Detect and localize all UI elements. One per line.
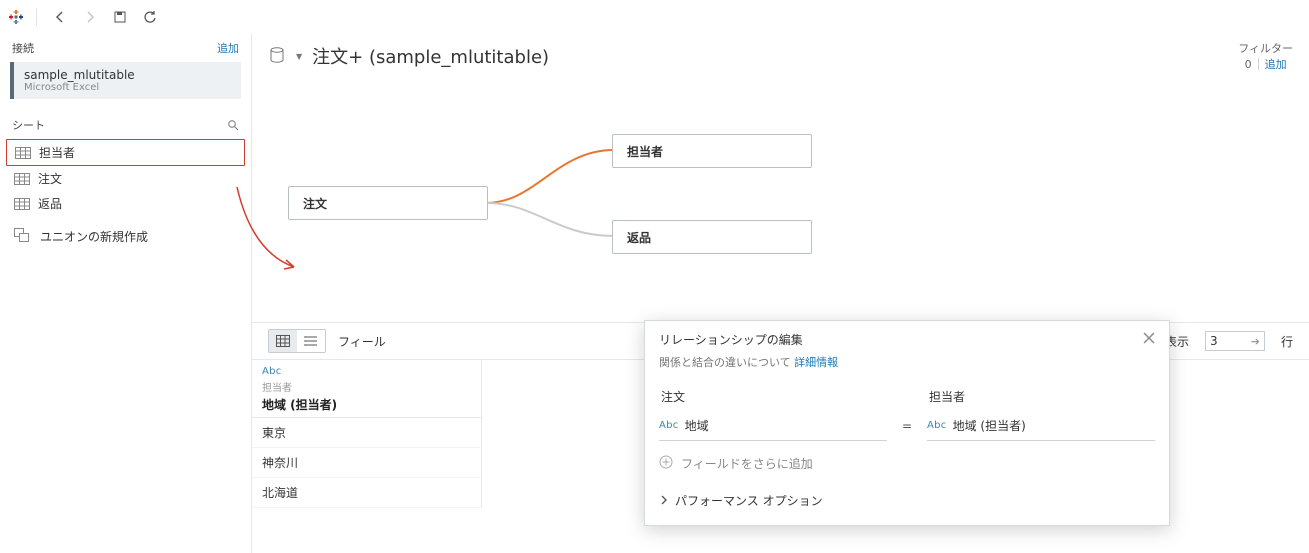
- rows-count-value: 3: [1210, 334, 1218, 348]
- sheet-item-label: 担当者: [39, 144, 75, 161]
- performance-options-toggle[interactable]: パフォーマンス オプション: [645, 478, 1169, 525]
- filters-count: 0: [1245, 58, 1252, 71]
- data-row: 神奈川: [252, 448, 482, 478]
- relationship-dialog: リレーションシップの編集 関係と結合の違いについて 詳細情報 注文 Abc 地域…: [644, 320, 1170, 526]
- go-arrow-icon[interactable]: ➔: [1251, 335, 1260, 348]
- node-label: 注文: [303, 195, 327, 212]
- connection-name: sample_mlutitable: [24, 68, 231, 82]
- sheet-item-henpin[interactable]: 返品: [6, 191, 245, 216]
- search-icon[interactable]: [227, 119, 239, 131]
- data-row: 東京: [252, 418, 482, 448]
- back-button[interactable]: [49, 6, 71, 28]
- sheets-header: シート: [0, 99, 251, 139]
- connections-label: 接続: [12, 40, 34, 56]
- node-label: 返品: [627, 229, 651, 246]
- connection-item[interactable]: sample_mlutitable Microsoft Excel: [10, 62, 241, 99]
- relationship-columns: 注文 Abc 地域 = 担当者 Abc 地域 (担当者): [645, 382, 1169, 441]
- new-union-button[interactable]: ユニオンの新規作成: [0, 216, 251, 257]
- tableau-logo-icon: [8, 9, 24, 25]
- sheets-label: シート: [12, 117, 45, 133]
- relationship-canvas[interactable]: 注文 担当者 返品: [252, 72, 1309, 322]
- table-icon: [14, 198, 30, 210]
- table-icon: [14, 173, 30, 185]
- toolbar-separator: [36, 8, 37, 26]
- datasource-icon: [268, 46, 286, 67]
- list-view-button[interactable]: [297, 330, 325, 352]
- refresh-button[interactable]: [139, 6, 161, 28]
- sheet-item-chumon[interactable]: 注文: [6, 166, 245, 191]
- rel-left-header: 注文: [659, 382, 887, 411]
- add-connection-button[interactable]: 追加: [217, 40, 239, 56]
- filters-box: フィルター 0 追加: [1238, 40, 1293, 72]
- connections-header: 接続 追加: [0, 34, 251, 62]
- relationship-right-column: 担当者 Abc 地域 (担当者): [927, 382, 1155, 441]
- sheet-item-label: 返品: [38, 195, 62, 212]
- plus-circle-icon: [659, 455, 673, 472]
- view-toggle: [268, 329, 326, 353]
- rel-left-field-select[interactable]: Abc 地域: [659, 411, 887, 441]
- dialog-header: リレーションシップの編集: [645, 321, 1169, 350]
- chevron-right-icon: [659, 494, 669, 508]
- datasource-header: ▼ 注文+ (sample_mlutitable) フィルター 0 追加: [252, 34, 1309, 72]
- sheet-item-label: 注文: [38, 170, 62, 187]
- column-header[interactable]: Abc 担当者 地域 (担当者): [252, 360, 482, 418]
- rel-right-field-name: 地域 (担当者): [953, 417, 1026, 434]
- perf-options-label: パフォーマンス オプション: [675, 492, 823, 509]
- main-pane: ▼ 注文+ (sample_mlutitable) フィルター 0 追加: [252, 34, 1309, 553]
- top-toolbar: [0, 0, 1309, 34]
- field-type-icon: Abc: [659, 420, 679, 431]
- rows-count-input[interactable]: 3➔: [1205, 331, 1265, 351]
- add-fields-label: フィールドをさらに追加: [681, 455, 813, 472]
- column-type-icon: Abc: [262, 366, 471, 377]
- sort-fields-label: フィール: [338, 333, 386, 350]
- canvas-node-main[interactable]: 注文: [288, 186, 488, 220]
- save-button[interactable]: [109, 6, 131, 28]
- relationship-left-column: 注文 Abc 地域: [659, 382, 887, 441]
- column-field-name: 地域 (担当者): [262, 396, 471, 413]
- rel-right-header: 担当者: [927, 382, 1155, 411]
- add-more-fields-button[interactable]: フィールドをさらに追加: [645, 441, 1169, 478]
- connection-type: Microsoft Excel: [24, 82, 231, 93]
- dialog-sub-prefix: 関係と結合の違いについて: [659, 356, 794, 369]
- datasource-dropdown-icon[interactable]: ▼: [296, 52, 302, 61]
- column-table-name: 担当者: [262, 379, 471, 394]
- sheet-list: 担当者 注文 返品: [0, 139, 251, 216]
- sheet-item-tantousha[interactable]: 担当者: [6, 139, 245, 166]
- left-sidebar: 接続 追加 sample_mlutitable Microsoft Excel …: [0, 34, 252, 553]
- relationship-operator: =: [887, 419, 927, 441]
- relation-curve-inactive: [486, 198, 616, 258]
- relation-curve-active: [486, 138, 616, 218]
- rel-right-field-select[interactable]: Abc 地域 (担当者): [927, 411, 1155, 441]
- close-icon[interactable]: [1143, 332, 1155, 347]
- filters-add-button[interactable]: 追加: [1265, 56, 1287, 72]
- datasource-title: 注文+ (sample_mlutitable): [312, 43, 549, 69]
- node-label: 担当者: [627, 143, 663, 160]
- data-row: 北海道: [252, 478, 482, 508]
- union-icon: [14, 228, 30, 245]
- table-icon: [15, 147, 31, 159]
- dialog-title: リレーションシップの編集: [659, 331, 803, 348]
- new-union-label: ユニオンの新規作成: [40, 228, 148, 245]
- canvas-node-tantousha[interactable]: 担当者: [612, 134, 812, 168]
- dialog-learn-more-link[interactable]: 詳細情報: [794, 356, 838, 369]
- rel-left-field-name: 地域: [685, 417, 709, 434]
- filters-divider: [1258, 58, 1259, 70]
- canvas-node-henpin[interactable]: 返品: [612, 220, 812, 254]
- filters-label: フィルター: [1238, 40, 1293, 56]
- grid-view-button[interactable]: [269, 330, 297, 352]
- dialog-subtitle: 関係と結合の違いについて 詳細情報: [645, 350, 1169, 382]
- forward-button[interactable]: [79, 6, 101, 28]
- rows-suffix: 行: [1281, 333, 1293, 350]
- field-type-icon: Abc: [927, 420, 947, 431]
